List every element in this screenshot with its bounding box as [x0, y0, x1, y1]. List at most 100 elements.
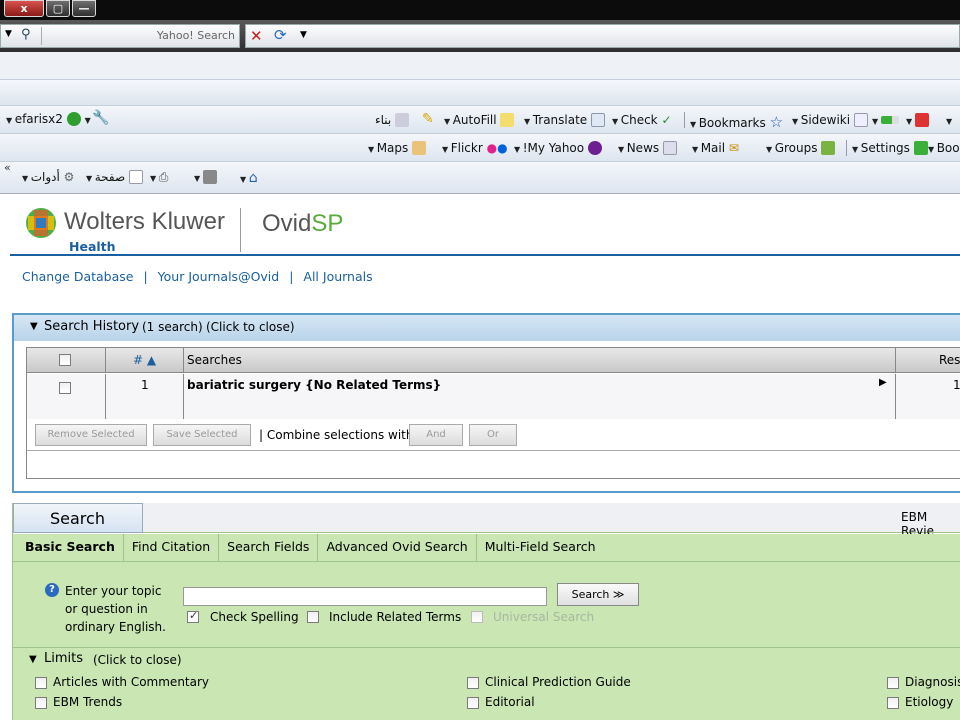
change-database-link[interactable]: Change Database [22, 269, 133, 284]
tab-search-fields[interactable]: Search Fields [219, 534, 319, 561]
search-count: (1 search) [142, 320, 203, 334]
settings-button[interactable]: ▼ Settings [852, 141, 928, 155]
product-logo: OvidSP [262, 210, 344, 237]
search-box[interactable]: ▼ ⚲ Yahoo! Search [0, 24, 240, 48]
collapse-arrow-icon[interactable]: ▼ [30, 321, 38, 332]
print-menu[interactable]: ▼ ⎙ [150, 170, 168, 185]
save-selected-button[interactable]: Save Selected [153, 424, 251, 446]
chevrons-icon[interactable]: « [4, 161, 11, 174]
search-title-tab: Search [13, 503, 143, 533]
mail-button[interactable]: ▼ Mail ✉ [692, 141, 739, 155]
arabic-build-button[interactable]: بناء [375, 113, 410, 127]
translate-button[interactable]: ▼ Translate [524, 113, 606, 127]
feeds-menu[interactable]: ▼ [194, 170, 217, 184]
brand-company: Wolters Kluwer [64, 208, 225, 235]
refresh-icon[interactable]: ⟳ [274, 26, 287, 44]
divider [240, 208, 241, 252]
settings-person-icon [913, 141, 928, 155]
limit-label: Clinical Prediction Guide [485, 675, 631, 689]
tab-basic-search[interactable]: Basic Search [13, 534, 124, 561]
minimize-window-button[interactable]: — [72, 0, 96, 17]
table-row: 1 bariatric surgery {No Related Terms} ▶… [27, 374, 960, 419]
check-spelling-label: Check Spelling [210, 610, 299, 624]
tab-multi-field-search[interactable]: Multi-Field Search [477, 534, 604, 561]
limit-checkbox[interactable] [35, 677, 47, 689]
wolters-kluwer-logo-icon [24, 206, 58, 240]
divider [183, 374, 184, 419]
search-input[interactable] [183, 587, 547, 606]
tools-menu[interactable]: ▼ أدوات ⚙ [22, 170, 74, 184]
row-checkbox[interactable] [59, 382, 71, 394]
wrench-icon[interactable]: 🔧 [92, 110, 109, 126]
home-menu[interactable]: ▼ ⌂ [240, 170, 258, 186]
nav-links: Change Database | Your Journals@Ovid | A… [22, 269, 373, 284]
printer-icon: ⎙ [158, 170, 169, 184]
divider [895, 348, 896, 373]
dropdown-arrow-icon[interactable]: ▼ [300, 30, 307, 40]
page-menu[interactable]: ▼ صفحة [86, 170, 143, 184]
divider [41, 27, 42, 45]
yahoo-links-toolbar: ▼ Maps ▼ Flickr ●● ▼ !My Yahoo ▼ News ▼ … [0, 134, 960, 162]
myyahoo-button[interactable]: ▼ !My Yahoo [514, 141, 602, 155]
help-icon[interactable]: ? [45, 583, 59, 597]
include-related-checkbox[interactable] [307, 611, 319, 623]
or-button[interactable]: Or [469, 424, 517, 446]
limit-checkbox[interactable] [887, 697, 899, 709]
autofill-button[interactable]: ▼ AutoFill [444, 113, 515, 127]
more-button[interactable]: ▼ [946, 113, 952, 127]
tab-find-citation[interactable]: Find Citation [124, 534, 220, 561]
search-history-title: Search History [44, 319, 140, 334]
collapse-arrow-icon[interactable]: ▼ [29, 654, 37, 665]
limit-checkbox[interactable] [887, 677, 899, 689]
remove-selected-button[interactable]: Remove Selected [35, 424, 147, 446]
stop-icon[interactable]: ✕ [250, 27, 263, 45]
popup-blocker-button[interactable]: ▼ [906, 113, 929, 127]
window-titlebar: x ▢ — [0, 0, 960, 20]
search-history-table: # ▲ Searches Resu 1 bariatric surgery {N… [26, 347, 960, 419]
news-icon [662, 141, 677, 155]
bookmarks-button[interactable]: ▼ Bookmarks ☆ [690, 113, 783, 131]
divider [684, 112, 685, 128]
universal-search-checkbox[interactable] [471, 611, 483, 623]
restore-window-button[interactable]: ▢ [46, 0, 70, 17]
close-hint: (Click to close) [206, 320, 295, 334]
user-menu[interactable]: ▼ efarisx2 ▼ [6, 112, 91, 126]
searches-column-header: Searches [187, 353, 242, 367]
divider [13, 647, 960, 648]
limit-checkbox[interactable] [35, 697, 47, 709]
spell-check-button[interactable]: ▼ Check ✓ [612, 113, 672, 127]
sort-number-column[interactable]: # ▲ [133, 353, 156, 367]
groups-button[interactable]: ▼ Groups [766, 141, 836, 155]
mail-icon: ✉ [728, 141, 739, 155]
url-bar[interactable]: ✕ ⟳ ▼ [245, 24, 960, 48]
star-icon: ☆ [769, 113, 784, 131]
and-button[interactable]: And [409, 424, 463, 446]
myyahoo-icon [587, 141, 602, 155]
news-button[interactable]: ▼ News [618, 141, 677, 155]
limits-title[interactable]: Limits [44, 651, 83, 666]
translate-icon [591, 113, 606, 127]
limit-checkbox[interactable] [467, 677, 479, 689]
your-journals-link[interactable]: Your Journals@Ovid [158, 269, 280, 284]
all-journals-link[interactable]: All Journals [303, 269, 372, 284]
search-button[interactable]: Search ≫ [557, 583, 639, 606]
check-spelling-checkbox[interactable]: ✓ [187, 609, 199, 623]
search-history-header[interactable]: ▼ Search History (1 search) (Click to cl… [14, 315, 960, 341]
sidewiki-button[interactable]: ▼ Sidewiki [792, 113, 868, 127]
bookmarks-overflow-button[interactable]: ▼ Boo [928, 141, 960, 155]
flickr-button[interactable]: ▼ Flickr ●● [442, 141, 508, 155]
gear-icon: ⚙ [63, 170, 75, 184]
dropdown-arrow-icon[interactable]: ▼ [5, 29, 12, 39]
tab-advanced-ovid-search[interactable]: Advanced Ovid Search [318, 534, 477, 561]
pagerank-button[interactable]: ▼ [872, 113, 899, 127]
close-window-button[interactable]: x [4, 0, 44, 17]
header-rule [10, 254, 960, 256]
highlighter-icon[interactable]: ✎ [422, 111, 434, 127]
flickr-icon-blue: ● [497, 141, 508, 155]
expand-arrow-icon[interactable]: ▶ [879, 377, 887, 388]
limit-checkbox[interactable] [467, 697, 479, 709]
select-all-checkbox[interactable] [59, 354, 71, 366]
row-search-query[interactable]: bariatric surgery {No Related Terms} [187, 378, 441, 392]
action-bar: Remove Selected Save Selected | Combine … [27, 419, 960, 451]
maps-button[interactable]: ▼ Maps [368, 141, 427, 155]
